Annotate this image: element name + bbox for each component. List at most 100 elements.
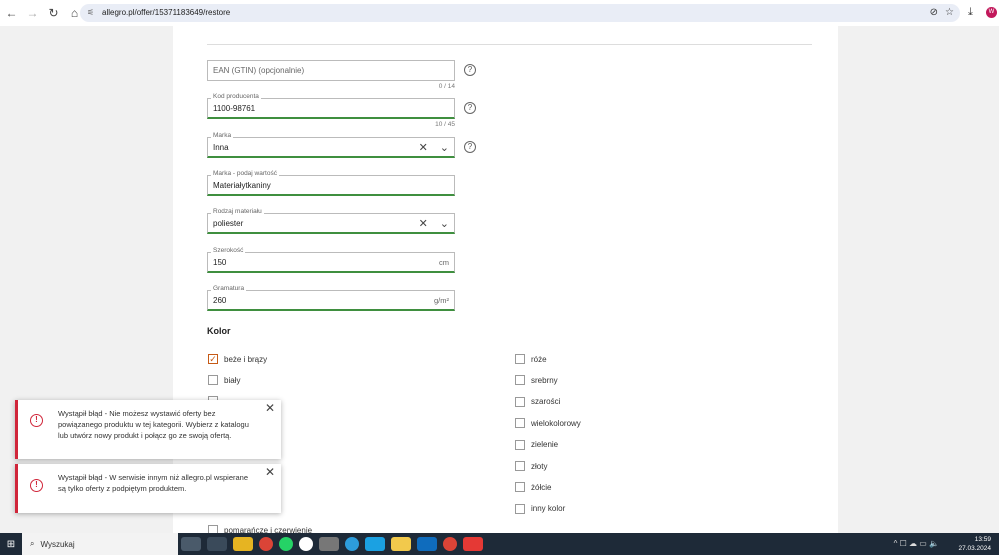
windows-start-icon[interactable]: ⊞: [0, 539, 22, 550]
checkbox-box[interactable]: [208, 375, 218, 385]
checkbox-label: żółcie: [531, 482, 552, 492]
checkbox-color[interactable]: zielenie: [515, 439, 559, 450]
app-icon[interactable]: [463, 537, 483, 551]
field-value: poliester: [213, 218, 244, 228]
site-settings-icon[interactable]: ⚟: [87, 4, 94, 22]
field-value: 1100-98761: [213, 103, 256, 113]
checkbox-color[interactable]: wielokolorowy: [515, 418, 581, 429]
address-bar[interactable]: ⚟ allegro.pl/offer/15371183649/restore ⊘…: [80, 4, 960, 22]
app-icon[interactable]: [299, 537, 313, 551]
checkbox-box[interactable]: [515, 503, 525, 514]
material-select[interactable]: Rodzaj materiału poliester ✕ ⌄: [207, 208, 455, 234]
help-icon[interactable]: ?: [464, 64, 476, 76]
time: 13:59: [974, 536, 991, 543]
checkbox-label: beże i brązy: [224, 354, 268, 364]
checkbox-color[interactable]: inny kolor: [515, 503, 566, 514]
chrome-profile-icon[interactable]: [443, 537, 457, 551]
checkbox-label: złoty: [531, 461, 548, 471]
help-icon[interactable]: ?: [464, 102, 476, 114]
unit: g/m²: [434, 295, 449, 305]
task-view-icon[interactable]: [181, 537, 201, 551]
field-label: Marka - podaj wartość: [211, 170, 279, 177]
forward-icon[interactable]: →: [23, 6, 42, 20]
chevron-down-icon[interactable]: ⌄: [440, 141, 449, 154]
app-icon[interactable]: [365, 537, 385, 551]
checkmark-icon[interactable]: ✓: [208, 354, 218, 364]
checkbox-label: róże: [531, 354, 547, 364]
field-value: 260: [213, 295, 227, 305]
eye-off-icon[interactable]: ⊘: [930, 4, 938, 22]
checkbox-bez[interactable]: ✓ beże i brązy: [208, 354, 267, 364]
checkbox-box[interactable]: [515, 354, 525, 364]
checkbox-color[interactable]: srebrny: [515, 375, 558, 386]
system-tray-icons[interactable]: ^ ☐ ☁ ▭ 🔈: [894, 539, 939, 548]
ean-placeholder: EAN (GTIN) (opcjonalnie): [213, 66, 305, 75]
error-toast: ! Wystąpił błąd - W serwisie innym niż al…: [15, 464, 281, 513]
url-text: allegro.pl/offer/15371183649/restore: [102, 8, 231, 17]
ean-counter: 0 / 14: [438, 83, 455, 90]
close-icon[interactable]: ✕: [265, 466, 275, 478]
marka-select[interactable]: Marka Inna ✕ ⌄: [207, 132, 455, 158]
checkbox-box[interactable]: [515, 482, 525, 493]
checkbox-label: zielenie: [531, 440, 559, 450]
gramatura-input[interactable]: Gramatura 260 g/m²: [207, 285, 455, 311]
app-icon[interactable]: [207, 537, 227, 551]
back-icon[interactable]: ←: [2, 6, 21, 20]
checkbox-label: inny kolor: [531, 504, 566, 514]
clock[interactable]: 13:59 27.03.2024: [958, 535, 991, 553]
browser-toolbar: ← → ↻ ⌂ ⚟ allegro.pl/offer/15371183649/r…: [0, 0, 999, 26]
ean-input[interactable]: EAN (GTIN) (opcjonalnie): [207, 60, 455, 81]
search-icon: ⌕: [30, 539, 35, 548]
search-placeholder: Wyszukaj: [40, 539, 75, 549]
app-icon[interactable]: [391, 537, 411, 551]
toast-message: Wystąpił błąd - W serwisie innym niż all…: [58, 473, 249, 493]
chevron-down-icon[interactable]: ⌄: [440, 217, 449, 230]
checkbox-color[interactable]: szarości: [515, 396, 561, 407]
field-value: 150: [213, 257, 227, 267]
checkbox-color[interactable]: żółcie: [515, 482, 552, 493]
checkbox-bialy[interactable]: biały: [208, 375, 240, 385]
checkbox-color[interactable]: róże: [515, 354, 547, 364]
szerokosc-input[interactable]: Szerokość 150 cm: [207, 247, 455, 273]
kolor-heading: Kolor: [207, 326, 231, 336]
help-icon[interactable]: ?: [464, 141, 476, 153]
error-icon: !: [30, 479, 43, 492]
app-icon[interactable]: [319, 537, 339, 551]
bookmark-star-icon[interactable]: ☆: [945, 4, 954, 22]
marka-value-input[interactable]: Marka - podaj wartość Materiałytkaniny: [207, 170, 455, 196]
field-value: Materiałytkaniny: [213, 180, 271, 190]
field-label: Szerokość: [211, 247, 246, 254]
clear-icon[interactable]: ✕: [419, 141, 428, 154]
date: 27.03.2024: [958, 545, 991, 552]
download-icon[interactable]: ⤓: [968, 6, 973, 19]
field-value: Inna: [213, 142, 229, 152]
field-label: Kod producenta: [211, 93, 261, 100]
divider: [207, 44, 812, 45]
checkbox-box[interactable]: [515, 461, 525, 471]
close-icon[interactable]: ✕: [265, 402, 275, 414]
checkbox-box[interactable]: [515, 375, 525, 386]
file-explorer-icon[interactable]: [233, 537, 253, 551]
field-label: Marka: [211, 132, 234, 139]
kod-producenta-input[interactable]: Kod producenta 1100-98761: [207, 93, 455, 119]
checkbox-box[interactable]: [515, 396, 525, 407]
clear-icon[interactable]: ✕: [419, 217, 428, 230]
checkbox-label: srebrny: [531, 375, 558, 385]
checkbox-label: biały: [224, 375, 241, 385]
app-icon[interactable]: [345, 537, 359, 551]
whatsapp-icon[interactable]: [279, 537, 293, 551]
toast-message: Wystąpił błąd - Nie możesz wystawić ofer…: [58, 409, 249, 440]
checkbox-box[interactable]: [515, 439, 525, 450]
taskbar-search[interactable]: ⌕ Wyszukaj: [22, 533, 178, 555]
kod-counter: 10 / 45: [435, 121, 455, 128]
taskbar: ⊞ ⌕ Wyszukaj ^ ☐ ☁ ▭ 🔈 13:59 27.03.2024: [0, 533, 999, 555]
chrome-icon[interactable]: [259, 537, 273, 551]
checkbox-color[interactable]: złoty: [515, 461, 547, 471]
reload-icon[interactable]: ↻: [44, 6, 63, 20]
outlook-icon[interactable]: [417, 537, 437, 551]
field-label: Gramatura: [211, 285, 247, 292]
checkbox-label: szarości: [531, 397, 561, 407]
field-label: Rodzaj materiału: [211, 208, 264, 215]
profile-avatar[interactable]: W: [986, 7, 997, 18]
checkbox-box[interactable]: [515, 418, 525, 429]
